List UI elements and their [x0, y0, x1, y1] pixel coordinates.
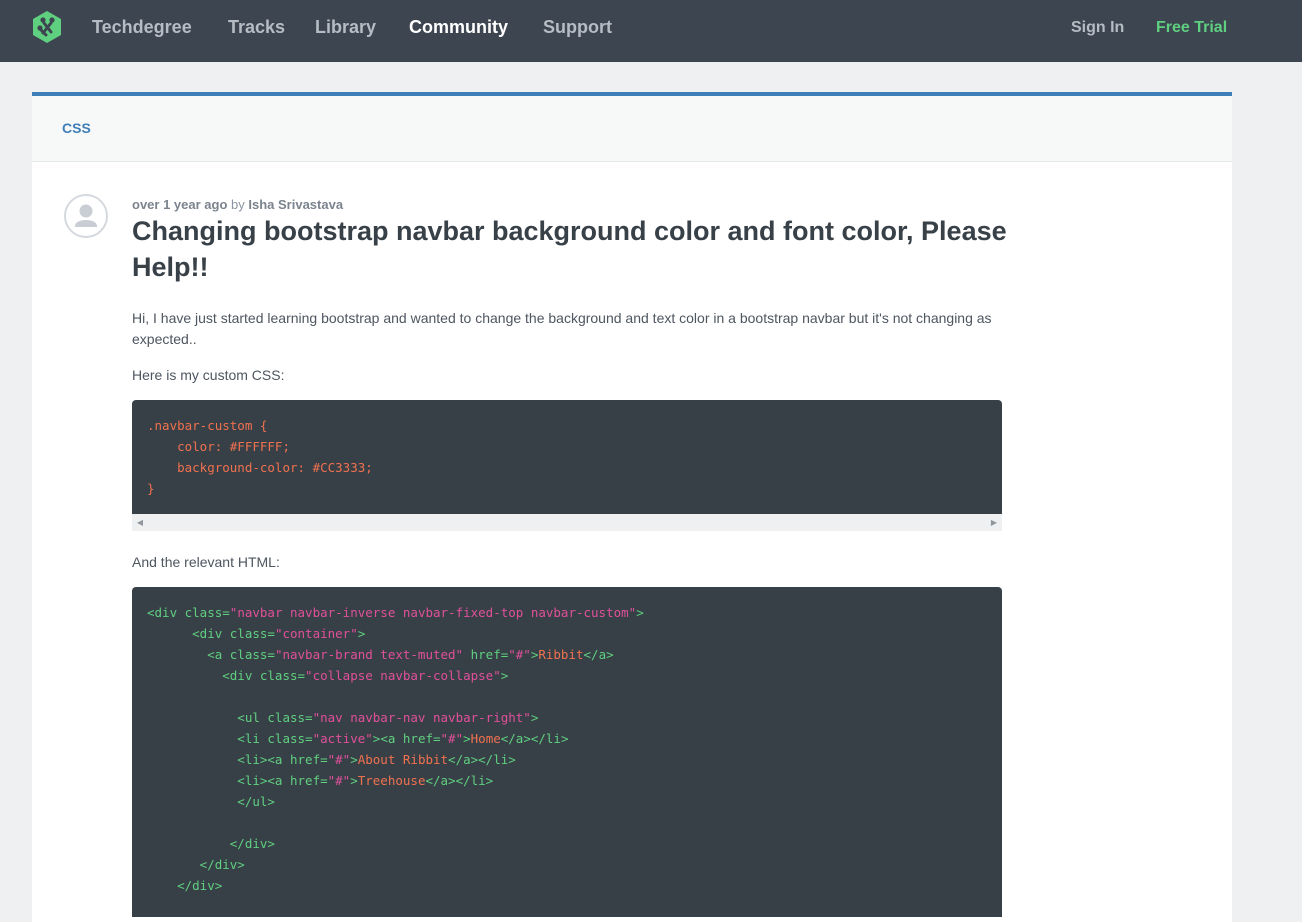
code-token: Home: [470, 731, 501, 746]
code-token: >: [636, 605, 644, 620]
css-code-block: .navbar-custom { color: #FFFFFF; backgro…: [132, 400, 1002, 531]
user-avatar-icon: [75, 204, 97, 227]
code-token: <ul class=: [147, 710, 313, 725]
nav-link-techdegree[interactable]: Techdegree: [92, 17, 192, 37]
code-token: "container": [274, 626, 358, 641]
question-card: CSS over 1 year ago by Isha Srivastava C…: [32, 92, 1232, 922]
code-token: "active": [312, 731, 373, 746]
code-token: Ribbit: [538, 647, 584, 662]
code-token: ><a href=: [372, 731, 441, 746]
code-token: <a class=: [147, 647, 275, 662]
html-code-block: <div class="navbar navbar-inverse navbar…: [132, 587, 1002, 917]
code-token: >: [357, 626, 366, 641]
code-token: <div class=: [147, 668, 306, 683]
code-token: "#": [508, 647, 531, 662]
code-token: About Ribbit: [357, 752, 449, 767]
category-link[interactable]: CSS: [62, 120, 91, 136]
css-code: .navbar-custom { color: #FFFFFF; backgro…: [132, 400, 1002, 499]
code-line: background-color: #CC3333;: [147, 460, 373, 475]
code-token: >: [350, 773, 358, 788]
code-token: <div class=: [147, 626, 275, 641]
code-line: color: #FFFFFF;: [147, 439, 290, 454]
nav-link-tracks[interactable]: Tracks: [228, 17, 285, 37]
code-token: </a></li>: [448, 752, 516, 767]
post-intro: Hi, I have just started learning bootstr…: [132, 310, 992, 347]
top-navigation: Techdegree Tracks Library Community Supp…: [0, 0, 1302, 62]
sign-in-link[interactable]: Sign In: [1071, 18, 1124, 38]
code-token: "#": [440, 731, 464, 746]
html-label: And the relevant HTML:: [132, 554, 280, 570]
code-line: .navbar-custom {: [147, 418, 268, 433]
css-label: Here is my custom CSS:: [132, 367, 285, 383]
post-meta: over 1 year ago by Isha Srivastava: [132, 197, 343, 212]
code-token: <li class=: [147, 731, 313, 746]
code-token: </a></li>: [500, 731, 569, 746]
code-token: "navbar-brand text-muted": [274, 647, 464, 662]
code-token: </a></li>: [425, 773, 494, 788]
code-token: "#": [327, 752, 351, 767]
code-line: }: [147, 481, 155, 496]
code-token: >: [350, 752, 358, 767]
code-token: href=: [463, 647, 509, 662]
code-token: </div>: [147, 857, 245, 872]
nav-link-support[interactable]: Support: [543, 17, 612, 37]
code-token: "nav navbar-nav navbar-right": [312, 710, 531, 725]
code-token: <div class=: [147, 605, 230, 620]
code-token: "collapse navbar-collapse": [305, 668, 501, 683]
code-token: </ul>: [147, 794, 275, 809]
card-header: CSS: [32, 96, 1232, 162]
post-time: over 1 year ago: [132, 197, 228, 212]
code-token: </div>: [147, 836, 275, 851]
code-token: <li><a href=: [147, 752, 328, 767]
code-token: >: [500, 668, 509, 683]
nav-link-community[interactable]: Community: [409, 17, 508, 37]
free-trial-link[interactable]: Free Trial: [1156, 18, 1227, 38]
code-token: "#": [327, 773, 351, 788]
code-token: Treehouse: [357, 773, 426, 788]
code-token: <li><a href=: [147, 773, 328, 788]
code-token: </div>: [147, 878, 223, 893]
code-token: "navbar navbar-inverse navbar-fixed-top …: [229, 605, 637, 620]
nav-link-library[interactable]: Library: [315, 17, 376, 37]
css-code-scrollbar[interactable]: ◀ ▶: [132, 514, 1002, 531]
post-by: by: [231, 197, 245, 212]
post-author[interactable]: Isha Srivastava: [248, 197, 343, 212]
code-token: >: [530, 710, 539, 725]
page-title: Changing bootstrap navbar background col…: [132, 216, 1007, 282]
scroll-left-icon[interactable]: ◀: [132, 514, 148, 531]
scroll-right-icon[interactable]: ▶: [986, 514, 1002, 531]
avatar[interactable]: [64, 194, 108, 238]
code-token: >: [463, 731, 471, 746]
code-token: </a>: [583, 647, 614, 662]
treehouse-logo-icon[interactable]: [31, 10, 63, 44]
html-code: <div class="navbar navbar-inverse navbar…: [132, 587, 1002, 896]
